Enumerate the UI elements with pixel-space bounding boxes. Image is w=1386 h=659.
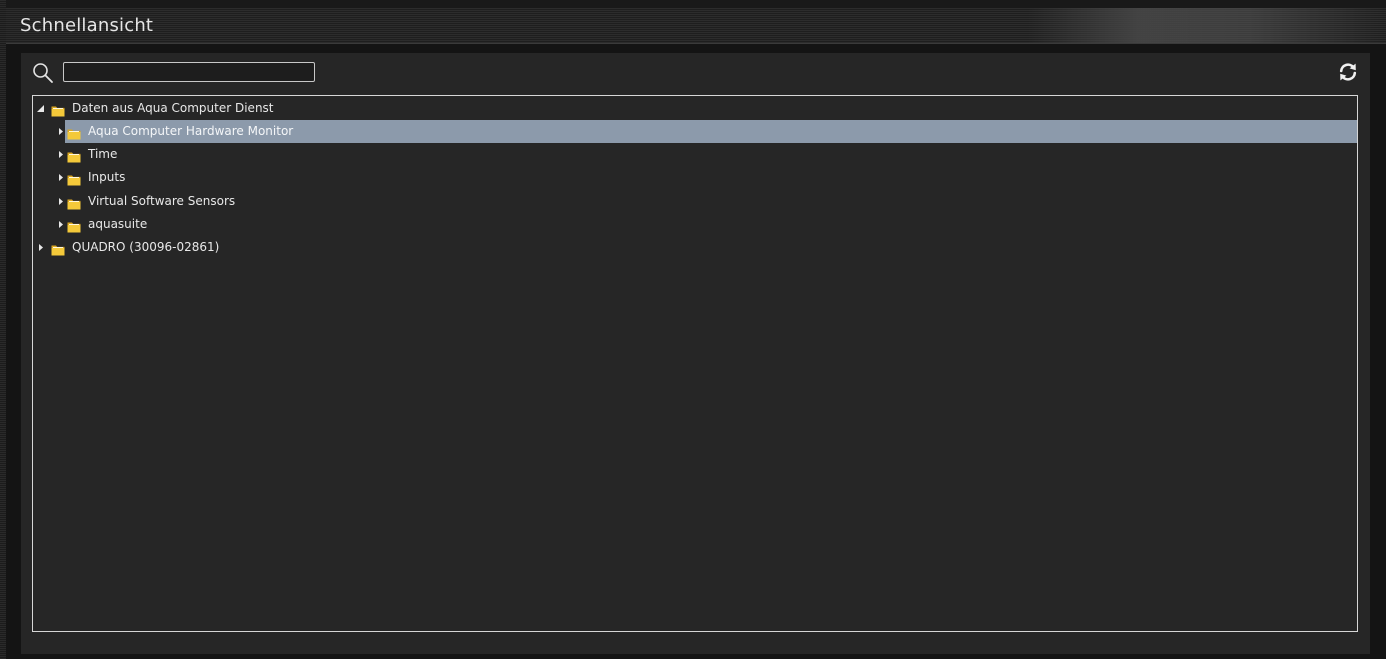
tree-node-label: aquasuite	[88, 217, 148, 231]
folder-icon	[67, 148, 81, 163]
tree-node-time[interactable]: Time	[59, 143, 1357, 166]
quick-view-panel: Daten aus Aqua Computer Dienst Aqua Comp…	[21, 53, 1370, 654]
folder-icon	[67, 195, 81, 210]
quick-view-window: Schnellansicht Daten aus Aqua Computer D…	[0, 0, 1386, 659]
left-edge-strip	[0, 0, 6, 659]
folder-icon	[67, 218, 81, 233]
tree-node-label: Aqua Computer Hardware Monitor	[88, 124, 294, 138]
tree-node-virtual-software-sensors[interactable]: Virtual Software Sensors	[59, 190, 1357, 213]
tree-node-label: QUADRO (30096-02861)	[72, 240, 220, 254]
tree-node-label: Inputs	[88, 170, 126, 184]
folder-icon	[67, 171, 81, 186]
window-title: Schnellansicht	[20, 15, 154, 36]
tree-node-quadro[interactable]: QUADRO (30096-02861)	[33, 236, 1357, 259]
search-input[interactable]	[63, 62, 315, 82]
data-tree: Daten aus Aqua Computer Dienst Aqua Comp…	[32, 95, 1358, 632]
tree-node-inputs[interactable]: Inputs	[59, 166, 1357, 189]
refresh-icon[interactable]	[1338, 62, 1358, 82]
title-bar: Schnellansicht	[6, 8, 1386, 44]
tree-node-aquasuite[interactable]: aquasuite	[59, 213, 1357, 236]
tree-node-hardware-monitor[interactable]: Aqua Computer Hardware Monitor	[59, 120, 1357, 143]
search-icon	[32, 62, 54, 84]
triangle-right-icon[interactable]	[36, 236, 48, 259]
folder-icon	[51, 241, 65, 256]
triangle-down-icon[interactable]	[36, 97, 48, 120]
folder-icon	[67, 125, 81, 140]
tree-node-label: Time	[88, 147, 118, 161]
tree-node-aqua-computer-service[interactable]: Daten aus Aqua Computer Dienst	[33, 97, 1357, 120]
folder-icon	[51, 102, 65, 117]
tree-node-label: Virtual Software Sensors	[88, 194, 236, 208]
tree-node-label: Daten aus Aqua Computer Dienst	[72, 101, 274, 115]
